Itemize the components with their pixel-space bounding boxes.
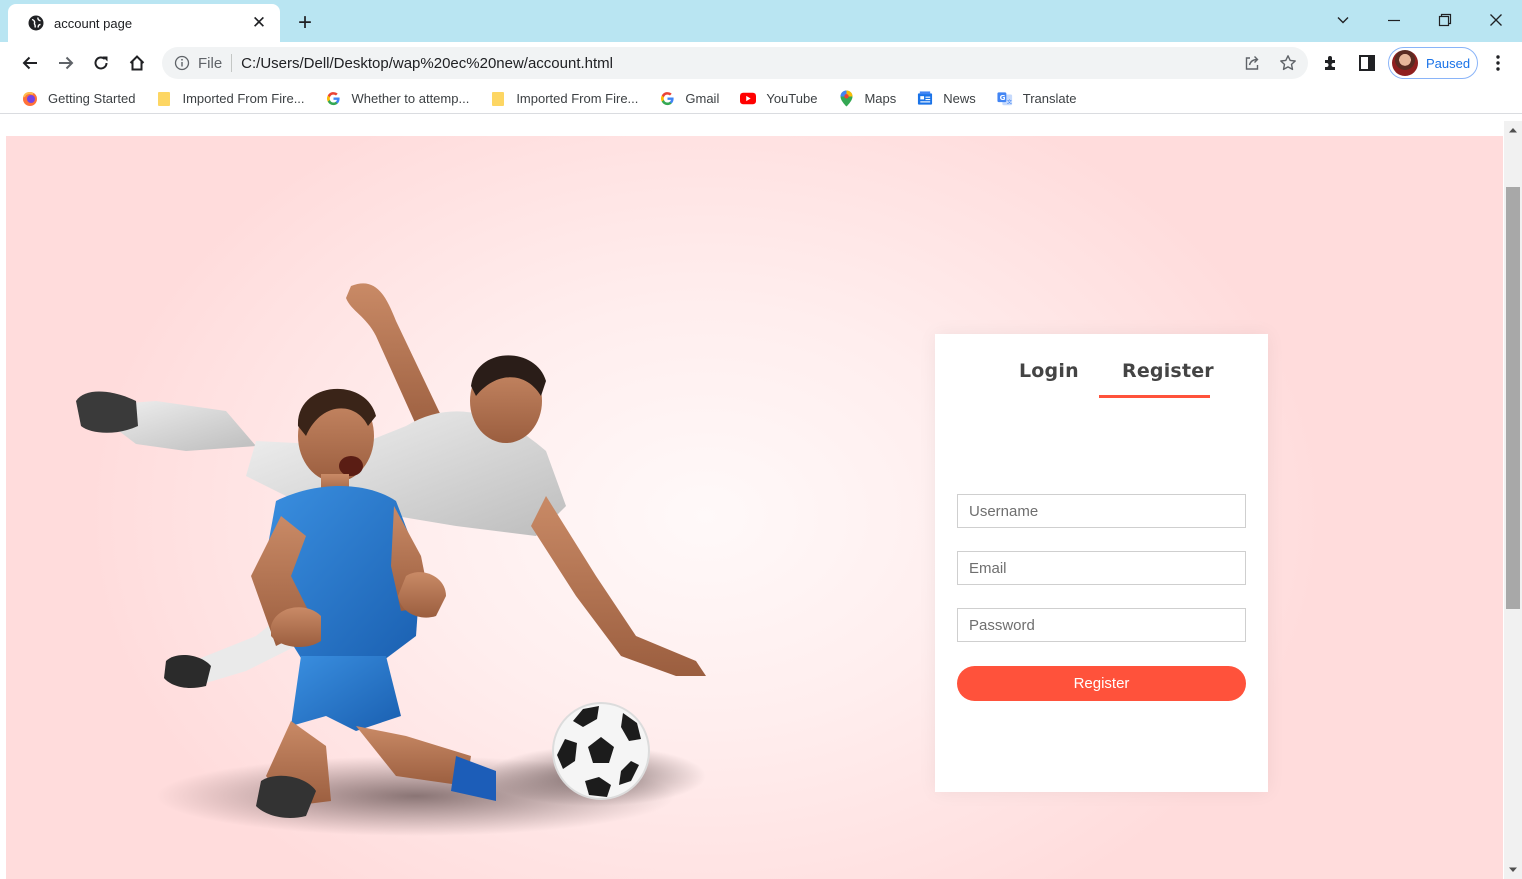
tab-login[interactable]: Login: [1019, 360, 1079, 382]
scroll-up-arrow-icon[interactable]: [1504, 121, 1522, 139]
menu-icon[interactable]: [1485, 50, 1511, 76]
profile-button[interactable]: Paused: [1388, 47, 1478, 79]
google-icon: [659, 91, 675, 107]
browser-tab[interactable]: account page ✕: [8, 4, 280, 42]
address-bar[interactable]: File C:/Users/Dell/Desktop/wap%20ec%20ne…: [162, 47, 1308, 79]
home-icon[interactable]: [123, 49, 151, 77]
globe-icon: [28, 15, 44, 31]
back-icon[interactable]: [16, 49, 44, 77]
minimize-icon[interactable]: [1374, 6, 1414, 34]
bookmark-label: Whether to attemp...: [351, 91, 470, 106]
close-tab-icon[interactable]: ✕: [250, 13, 268, 32]
scroll-down-arrow-icon[interactable]: [1504, 861, 1522, 879]
bookmark-getting-started[interactable]: Getting Started: [22, 91, 135, 107]
folder-icon: [156, 91, 172, 107]
bookmark-translate[interactable]: G文 Translate: [997, 91, 1077, 107]
bookmark-imported-folder-2[interactable]: Imported From Fire...: [490, 91, 638, 107]
bookmark-youtube[interactable]: YouTube: [740, 91, 817, 107]
url-text[interactable]: C:/Users/Dell/Desktop/wap%20ec%20new/acc…: [241, 55, 613, 72]
bookmark-news[interactable]: News: [917, 91, 976, 107]
extensions-icon[interactable]: [1318, 50, 1344, 76]
url-scheme: File: [198, 54, 223, 72]
bookmark-label: YouTube: [766, 91, 818, 106]
bookmark-label: News: [943, 91, 976, 106]
share-icon[interactable]: [1239, 50, 1265, 76]
new-tab-button[interactable]: +: [292, 9, 318, 36]
page-scrollbar[interactable]: [1504, 121, 1522, 879]
bookmark-whether[interactable]: Whether to attemp...: [326, 91, 470, 107]
bookmark-star-icon[interactable]: [1275, 50, 1301, 76]
footballers-illustration: [76, 283, 706, 836]
bookmark-label: Imported From Fire...: [182, 91, 305, 106]
avatar: [1392, 50, 1418, 76]
profile-status: Paused: [1426, 55, 1471, 71]
bookmark-label: Imported From Fire...: [516, 91, 639, 106]
bookmarks-bar: Getting Started Imported From Fire... Wh…: [0, 84, 1522, 114]
youtube-icon: [740, 91, 757, 107]
translate-icon: G文: [997, 91, 1013, 107]
svg-text:G: G: [999, 92, 1005, 101]
svg-text:文: 文: [1007, 97, 1013, 105]
password-field[interactable]: [957, 608, 1246, 642]
restore-icon[interactable]: [1425, 6, 1465, 34]
email-field[interactable]: [957, 551, 1246, 585]
news-icon: [917, 91, 933, 107]
bookmark-maps[interactable]: Maps: [838, 90, 897, 107]
firefox-icon: [22, 91, 38, 107]
scrollbar-thumb[interactable]: [1506, 187, 1520, 609]
bookmark-label: Getting Started: [48, 91, 136, 106]
tab-search-icon[interactable]: [1323, 6, 1363, 34]
google-icon: [326, 91, 342, 107]
tab-title: account page: [54, 15, 133, 31]
reload-icon[interactable]: [87, 49, 115, 77]
bookmark-gmail[interactable]: Gmail: [659, 91, 719, 107]
forward-icon[interactable]: [52, 49, 80, 77]
bookmark-label: Gmail: [685, 91, 720, 106]
bookmark-imported-folder[interactable]: Imported From Fire...: [156, 91, 305, 107]
tab-register[interactable]: Register: [1122, 360, 1214, 382]
folder-icon: [490, 91, 506, 107]
username-field[interactable]: [957, 494, 1246, 528]
bookmark-label: Maps: [864, 91, 897, 106]
info-icon[interactable]: [174, 55, 190, 71]
form-tabs: Login Register: [935, 356, 1268, 406]
maps-icon: [838, 90, 854, 107]
register-button[interactable]: Register: [957, 666, 1246, 701]
active-tab-indicator: [1099, 395, 1210, 398]
side-panel-icon[interactable]: [1354, 50, 1380, 76]
account-form-card: Login Register Register: [935, 334, 1268, 792]
bookmark-label: Translate: [1022, 91, 1077, 106]
browser-toolbar: File C:/Users/Dell/Desktop/wap%20ec%20ne…: [0, 42, 1522, 84]
url-separator: [231, 54, 233, 72]
page-viewport: Login Register Register: [6, 136, 1503, 879]
close-window-icon[interactable]: [1476, 6, 1516, 34]
tab-strip: account page ✕ +: [0, 0, 1522, 42]
